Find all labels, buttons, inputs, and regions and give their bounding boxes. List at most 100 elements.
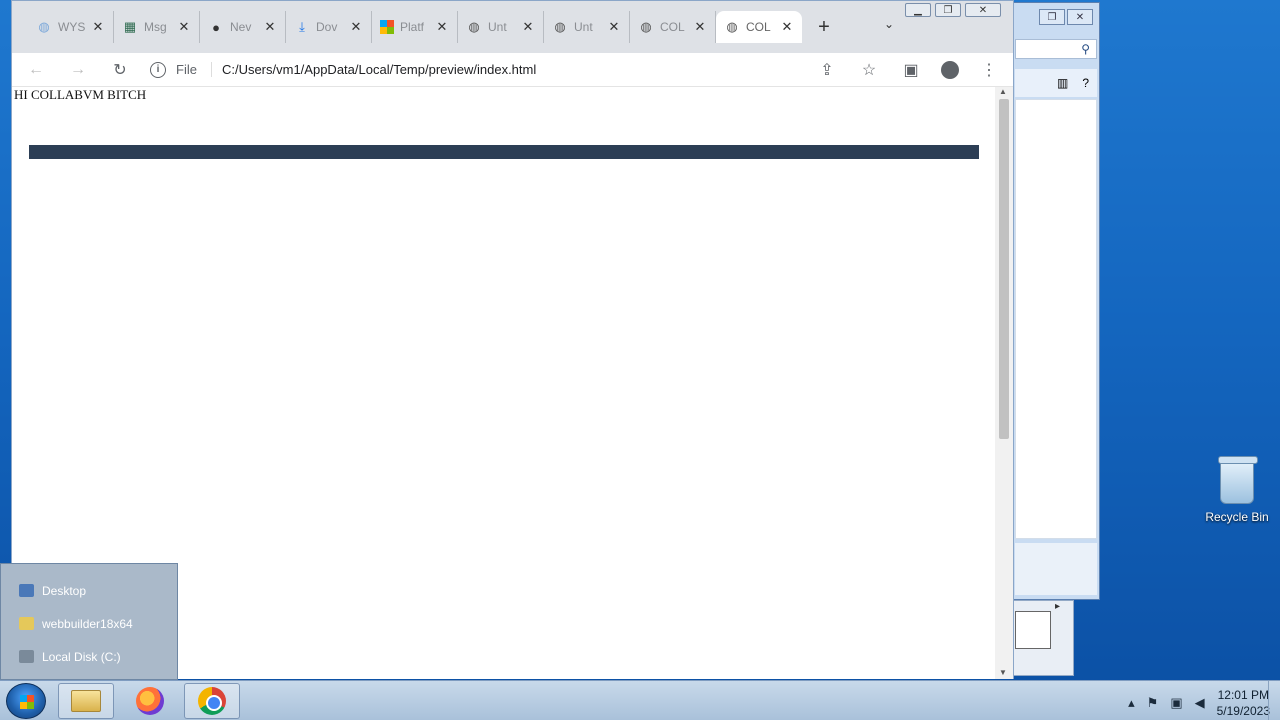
tab-title: Unt	[574, 20, 593, 34]
tab[interactable]: ◍ COL ✕	[630, 11, 716, 43]
tab[interactable]: ◍ WYS ✕	[28, 11, 114, 43]
clock-date: 5/19/2023	[1216, 704, 1270, 718]
start-button[interactable]	[6, 683, 46, 719]
explorer-restore-button[interactable]: ❐	[1039, 9, 1065, 25]
explorer-caption: ❐ ✕	[1011, 3, 1099, 33]
network-icon[interactable]: ▣	[1170, 695, 1182, 711]
explorer-close-button[interactable]: ✕	[1067, 9, 1093, 25]
tab-active[interactable]: ◍ COL ✕	[716, 11, 802, 43]
jumplist-item-webbuilder[interactable]: webbuilder18x64	[19, 607, 177, 640]
scroll-up-arrow-icon[interactable]: ▲	[999, 87, 1007, 96]
close-icon[interactable]: ✕	[780, 19, 794, 35]
forward-button[interactable]: →	[66, 58, 90, 82]
minimize-button[interactable]: ▁	[905, 3, 931, 17]
taskbar-jumplist: Desktop webbuilder18x64 Local Disk (C:)	[0, 563, 178, 680]
globe-icon: ◍	[640, 19, 652, 34]
close-icon[interactable]: ✕	[349, 19, 363, 35]
window-controls: ▁ ❐ ✕	[905, 3, 1001, 17]
recycle-bin-label: Recycle Bin	[1205, 510, 1269, 524]
browser-toolbar: ← → ↻ i File C:/Users/vm1/AppData/Local/…	[12, 53, 1013, 87]
tab[interactable]: ◍ Unt ✕	[544, 11, 630, 43]
firefox-icon	[136, 687, 164, 715]
download-icon: ⤓	[299, 19, 305, 34]
recycle-bin-desktop-icon[interactable]: Recycle Bin	[1200, 456, 1274, 524]
side-panel-icon[interactable]: ▣	[899, 58, 923, 82]
tab-title: Unt	[488, 20, 507, 34]
recycle-bin-icon	[1218, 456, 1258, 504]
reload-button[interactable]: ↻	[108, 58, 132, 82]
jumplist-item-local-disk[interactable]: Local Disk (C:)	[19, 640, 177, 673]
scrollbar-thumb[interactable]	[999, 99, 1009, 439]
close-icon[interactable]: ✕	[693, 19, 707, 35]
globe-icon: ◍	[726, 19, 738, 34]
preview-pane-icon[interactable]: ▥	[1057, 76, 1068, 90]
tab-title: Platf	[400, 20, 425, 34]
share-icon[interactable]: ⇪	[815, 58, 839, 82]
tab-title: Dov	[316, 20, 338, 34]
close-icon[interactable]: ✕	[263, 19, 277, 35]
info-icon[interactable]: i	[150, 61, 166, 78]
help-icon[interactable]: ?	[1082, 76, 1089, 90]
tab-search-button[interactable]: ⌄	[884, 17, 894, 31]
tab-title: COL	[746, 20, 771, 34]
menu-kebab-icon[interactable]: ⋮	[977, 58, 1001, 82]
tab-title: WYS	[58, 20, 85, 34]
volume-muted-icon[interactable]: ◀	[1195, 695, 1205, 711]
background-explorer-window[interactable]: ❐ ✕ ⚲ ▥ ?	[1010, 2, 1100, 600]
tab[interactable]: ▦ Msg ✕	[114, 11, 200, 43]
jumplist-item-desktop[interactable]: Desktop	[19, 574, 177, 607]
tab[interactable]: Platf ✕	[372, 11, 458, 43]
address-bar[interactable]: i File C:/Users/vm1/AppData/Local/Temp/p…	[150, 61, 797, 78]
background-dialog: ▸	[1010, 600, 1074, 676]
clock-time: 12:01 PM	[1217, 688, 1269, 702]
tab-title: COL	[660, 20, 685, 34]
bookmark-star-icon[interactable]: ☆	[857, 58, 881, 82]
globe-icon: ◍	[554, 19, 566, 34]
action-center-flag-icon[interactable]: ⚑	[1147, 695, 1159, 711]
explorer-content-pane[interactable]	[1015, 99, 1097, 539]
globe-icon: ◍	[468, 19, 480, 34]
vertical-scrollbar[interactable]: ▲ ▼	[995, 87, 1013, 679]
jumplist-item-label: Desktop	[42, 583, 87, 598]
chrome-icon	[198, 687, 226, 715]
system-tray: ▴ ⚑ ▣ ◀ 12:01 PM 5/19/2023	[1128, 687, 1270, 719]
dialog-box	[1015, 611, 1051, 649]
close-window-button[interactable]: ✕	[965, 3, 1001, 17]
close-icon[interactable]: ✕	[607, 19, 621, 35]
back-button[interactable]: ←	[24, 58, 48, 82]
search-icon[interactable]: ⚲	[1081, 42, 1090, 56]
taskbar-firefox-button[interactable]	[122, 683, 178, 719]
tab-strip: ◍ WYS ✕ ▦ Msg ✕ ● Nev ✕ ⤓ Dov ✕ Platf ✕ …	[12, 1, 1013, 53]
clock[interactable]: 12:01 PM 5/19/2023	[1217, 687, 1270, 719]
taskbar-chrome-button[interactable]	[184, 683, 240, 719]
tab[interactable]: ◍ Unt ✕	[458, 11, 544, 43]
page-horizontal-bar	[29, 145, 979, 159]
show-desktop-button[interactable]	[1268, 681, 1280, 720]
restore-button[interactable]: ❐	[935, 3, 961, 17]
scroll-down-arrow-icon[interactable]: ▼	[999, 668, 1007, 677]
explorer-toolbar: ▥ ?	[1015, 69, 1097, 97]
explorer-search-box[interactable]: ⚲	[1015, 39, 1097, 59]
scroll-right-arrow-icon[interactable]: ▸	[1055, 601, 1060, 612]
tab[interactable]: ● Nev ✕	[200, 11, 286, 43]
taskbar-explorer-button[interactable]	[58, 683, 114, 719]
globe-icon: ◍	[38, 19, 50, 34]
explorer-details-pane	[1015, 543, 1097, 595]
profile-avatar-icon[interactable]	[941, 60, 959, 79]
tab[interactable]: ⤓ Dov ✕	[286, 11, 372, 43]
show-hidden-icons-icon[interactable]: ▴	[1128, 695, 1135, 711]
new-tab-button[interactable]: +	[808, 11, 840, 43]
close-icon[interactable]: ✕	[435, 19, 449, 35]
desktop-icon	[19, 584, 34, 597]
close-icon[interactable]: ✕	[521, 19, 535, 35]
jumplist-item-label: webbuilder18x64	[42, 616, 133, 631]
close-icon[interactable]: ✕	[177, 19, 191, 35]
drive-icon	[19, 650, 34, 663]
taskbar: ▴ ⚑ ▣ ◀ 12:01 PM 5/19/2023	[0, 680, 1280, 720]
toolbar-actions: ⇪ ☆ ▣ ⋮	[815, 58, 1001, 82]
windows-logo-icon	[380, 20, 394, 34]
address-url[interactable]: C:/Users/vm1/AppData/Local/Temp/preview/…	[222, 62, 536, 77]
address-scheme: File	[176, 62, 212, 77]
tab-list: ◍ WYS ✕ ▦ Msg ✕ ● Nev ✕ ⤓ Dov ✕ Platf ✕ …	[28, 11, 840, 43]
close-icon[interactable]: ✕	[91, 19, 105, 35]
